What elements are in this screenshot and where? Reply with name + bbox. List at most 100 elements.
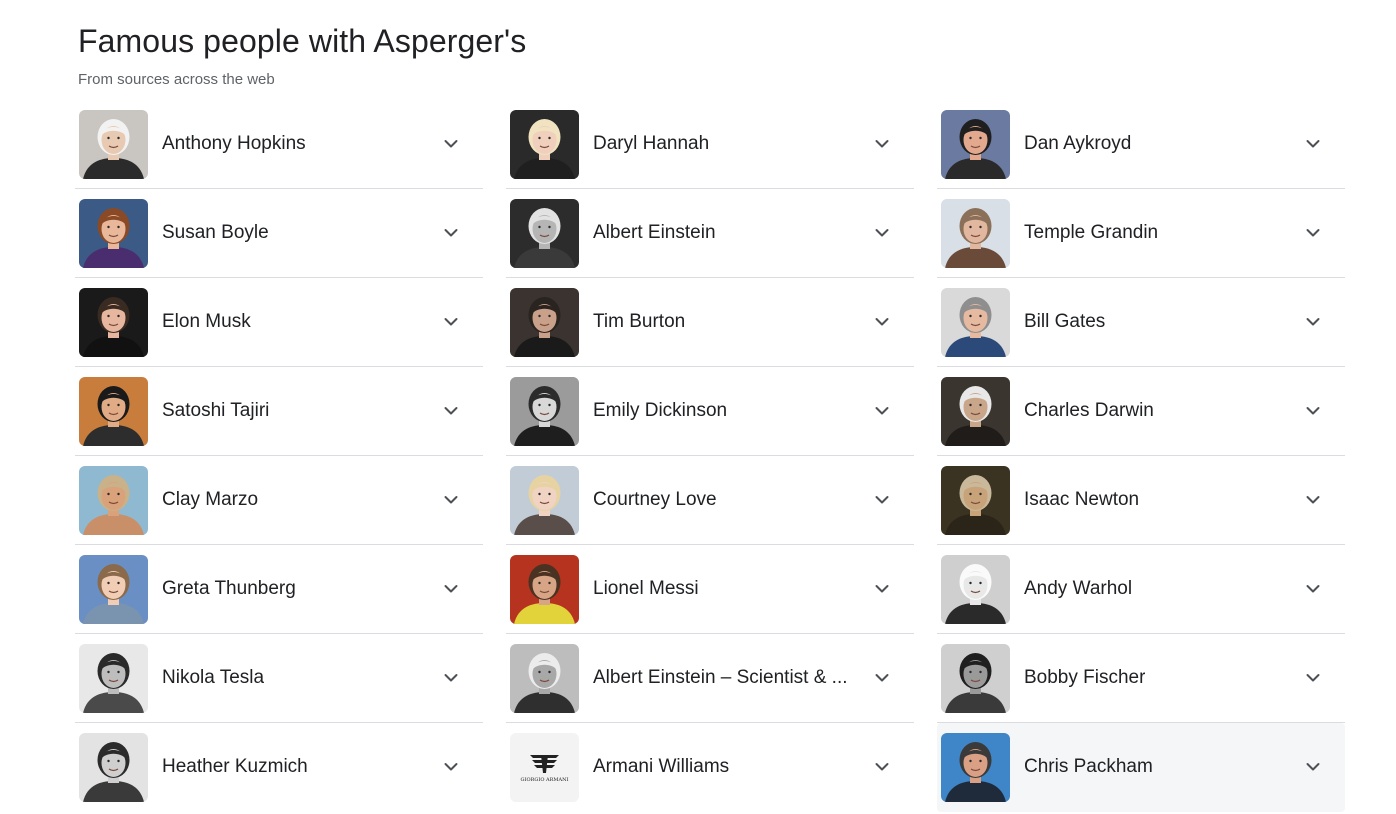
person-list-item[interactable]: Albert Einstein	[506, 189, 914, 278]
person-thumbnail[interactable]	[941, 288, 1010, 357]
person-name[interactable]: Courtney Love	[593, 456, 854, 544]
person-thumbnail[interactable]	[941, 733, 1010, 802]
person-thumbnail[interactable]	[941, 466, 1010, 535]
person-thumbnail[interactable]	[510, 199, 579, 268]
person-list-item[interactable]: Bobby Fischer	[937, 634, 1345, 723]
person-list-item[interactable]: Tim Burton	[506, 278, 914, 367]
person-thumbnail[interactable]	[79, 733, 148, 802]
person-name[interactable]: Dan Aykroyd	[1024, 100, 1285, 188]
person-list-item[interactable]: Heather Kuzmich	[75, 723, 483, 812]
person-name[interactable]: Clay Marzo	[162, 456, 423, 544]
portrait-image	[79, 377, 148, 446]
chevron-down-icon[interactable]	[441, 579, 461, 599]
person-list-item[interactable]: Albert Einstein – Scientist & ...	[506, 634, 914, 723]
person-name[interactable]: Nikola Tesla	[162, 634, 423, 722]
person-thumbnail[interactable]	[510, 288, 579, 357]
portrait-image	[510, 110, 579, 179]
chevron-down-icon[interactable]	[872, 223, 892, 243]
chevron-down-icon[interactable]	[441, 490, 461, 510]
person-thumbnail[interactable]	[941, 199, 1010, 268]
person-list-item[interactable]: Emily Dickinson	[506, 367, 914, 456]
person-name[interactable]: Tim Burton	[593, 278, 854, 366]
person-name[interactable]: Andy Warhol	[1024, 545, 1285, 633]
person-name[interactable]: Albert Einstein	[593, 189, 854, 277]
person-name[interactable]: Chris Packham	[1024, 723, 1285, 811]
person-name[interactable]: Albert Einstein – Scientist & ...	[593, 634, 854, 722]
portrait-image	[510, 377, 579, 446]
chevron-down-icon[interactable]	[441, 668, 461, 688]
chevron-down-icon[interactable]	[1303, 223, 1323, 243]
person-thumbnail[interactable]	[941, 110, 1010, 179]
person-name[interactable]: Temple Grandin	[1024, 189, 1285, 277]
person-list-item[interactable]: Greta Thunberg	[75, 545, 483, 634]
person-thumbnail[interactable]: GIORGIO ARMANI	[510, 733, 579, 802]
person-thumbnail[interactable]	[79, 199, 148, 268]
chevron-down-icon[interactable]	[872, 401, 892, 421]
person-thumbnail[interactable]	[79, 377, 148, 446]
person-name[interactable]: Charles Darwin	[1024, 367, 1285, 455]
person-thumbnail[interactable]	[79, 644, 148, 713]
person-list-item[interactable]: Andy Warhol	[937, 545, 1345, 634]
chevron-down-icon[interactable]	[1303, 312, 1323, 332]
person-list-item[interactable]: Daryl Hannah	[506, 100, 914, 189]
person-name[interactable]: Bill Gates	[1024, 278, 1285, 366]
person-list-item[interactable]: Isaac Newton	[937, 456, 1345, 545]
person-list-item[interactable]: Dan Aykroyd	[937, 100, 1345, 189]
person-list-item[interactable]: GIORGIO ARMANI Armani Williams	[506, 723, 914, 812]
chevron-down-icon[interactable]	[441, 757, 461, 777]
person-list-item[interactable]: Charles Darwin	[937, 367, 1345, 456]
chevron-down-icon[interactable]	[1303, 401, 1323, 421]
person-list-item[interactable]: Elon Musk	[75, 278, 483, 367]
person-thumbnail[interactable]	[510, 466, 579, 535]
people-grid: Anthony Hopkins Daryl Hannah Dan Aykroyd Su…	[75, 100, 1346, 812]
person-list-item[interactable]: Temple Grandin	[937, 189, 1345, 278]
person-list-item[interactable]: Chris Packham	[937, 723, 1345, 812]
person-list-item[interactable]: Clay Marzo	[75, 456, 483, 545]
person-name[interactable]: Susan Boyle	[162, 189, 423, 277]
chevron-down-icon[interactable]	[872, 490, 892, 510]
chevron-down-icon[interactable]	[1303, 134, 1323, 154]
chevron-down-icon[interactable]	[1303, 757, 1323, 777]
chevron-down-icon[interactable]	[872, 579, 892, 599]
person-thumbnail[interactable]	[510, 555, 579, 624]
person-name[interactable]: Isaac Newton	[1024, 456, 1285, 544]
chevron-down-icon[interactable]	[1303, 668, 1323, 688]
person-name[interactable]: Emily Dickinson	[593, 367, 854, 455]
person-name[interactable]: Lionel Messi	[593, 545, 854, 633]
person-name[interactable]: Heather Kuzmich	[162, 723, 423, 811]
chevron-down-icon[interactable]	[1303, 490, 1323, 510]
person-name[interactable]: Bobby Fischer	[1024, 634, 1285, 722]
chevron-down-icon[interactable]	[1303, 579, 1323, 599]
person-thumbnail[interactable]	[79, 288, 148, 357]
person-name[interactable]: Anthony Hopkins	[162, 100, 423, 188]
person-name[interactable]: Satoshi Tajiri	[162, 367, 423, 455]
person-name[interactable]: Elon Musk	[162, 278, 423, 366]
chevron-down-icon[interactable]	[872, 668, 892, 688]
person-thumbnail[interactable]	[510, 110, 579, 179]
person-list-item[interactable]: Susan Boyle	[75, 189, 483, 278]
chevron-down-icon[interactable]	[872, 757, 892, 777]
chevron-down-icon[interactable]	[441, 134, 461, 154]
person-thumbnail[interactable]	[79, 466, 148, 535]
person-thumbnail[interactable]	[941, 377, 1010, 446]
chevron-down-icon[interactable]	[441, 223, 461, 243]
chevron-down-icon[interactable]	[441, 401, 461, 421]
person-thumbnail[interactable]	[941, 644, 1010, 713]
person-thumbnail[interactable]	[79, 555, 148, 624]
chevron-down-icon[interactable]	[441, 312, 461, 332]
person-name[interactable]: Armani Williams	[593, 723, 854, 811]
person-list-item[interactable]: Anthony Hopkins	[75, 100, 483, 189]
person-list-item[interactable]: Satoshi Tajiri	[75, 367, 483, 456]
chevron-down-icon[interactable]	[872, 134, 892, 154]
person-list-item[interactable]: Nikola Tesla	[75, 634, 483, 723]
person-name[interactable]: Daryl Hannah	[593, 100, 854, 188]
person-list-item[interactable]: Bill Gates	[937, 278, 1345, 367]
person-thumbnail[interactable]	[510, 377, 579, 446]
person-thumbnail[interactable]	[79, 110, 148, 179]
person-name[interactable]: Greta Thunberg	[162, 545, 423, 633]
person-thumbnail[interactable]	[941, 555, 1010, 624]
person-list-item[interactable]: Lionel Messi	[506, 545, 914, 634]
person-list-item[interactable]: Courtney Love	[506, 456, 914, 545]
chevron-down-icon[interactable]	[872, 312, 892, 332]
person-thumbnail[interactable]	[510, 644, 579, 713]
